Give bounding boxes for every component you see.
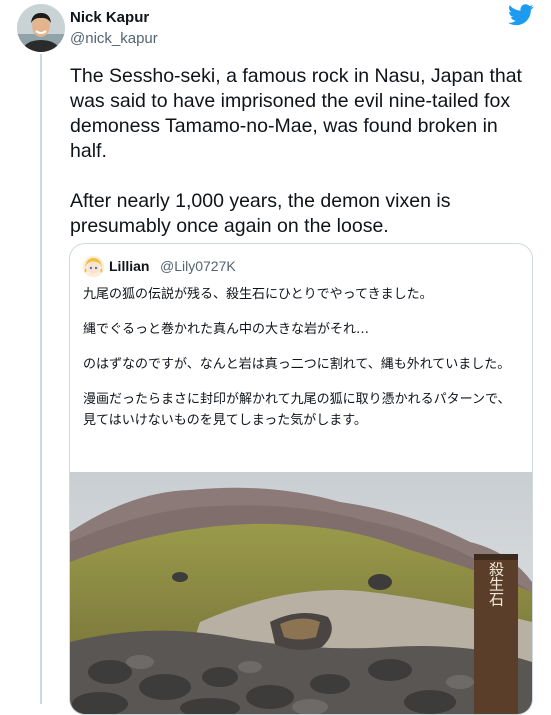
quoted-paragraph: のはずなのですが、なんと岩は真っ二つに割れて、縄も外れていました。 (83, 357, 511, 372)
quoted-tweet-body: 九尾の狐の伝説が残る、殺生石にひとりでやってきました。 縄でぐるっと巻かれた真ん… (83, 284, 523, 445)
author-handle[interactable]: @nick_kapur (70, 30, 158, 47)
quoted-tweet-photo[interactable]: 殺生石 (70, 472, 532, 714)
tweet-paragraph: After nearly 1,000 years, the demon vixe… (70, 190, 451, 237)
author-name[interactable]: Nick Kapur (70, 9, 149, 26)
author-avatar-image (17, 4, 65, 52)
tweet-body: The Sessho-seki, a famous rock in Nasu, … (70, 64, 540, 264)
quoted-author-handle[interactable]: @Lily0727K (160, 258, 236, 274)
signpost-label: 殺生石 (487, 562, 505, 607)
quoted-author-avatar-image (83, 256, 104, 277)
author-avatar[interactable] (17, 4, 65, 52)
quoted-author-avatar[interactable] (83, 256, 104, 277)
quoted-paragraph: 縄でぐるっと巻かれた真ん中の大きな岩がそれ… (83, 322, 370, 337)
quoted-author-name[interactable]: Lillian (109, 258, 149, 274)
quoted-paragraph: 九尾の狐の伝説が残る、殺生石にひとりでやってきました。 (83, 287, 433, 302)
quoted-tweet-card[interactable]: Lillian @Lily0727K 九尾の狐の伝説が残る、殺生石にひとりでやっ… (69, 243, 533, 715)
twitter-bird-icon[interactable] (508, 4, 534, 26)
tweet-paragraph: The Sessho-seki, a famous rock in Nasu, … (70, 65, 522, 162)
thread-connector-line (40, 54, 42, 704)
quoted-paragraph: 漫画だったらまさに封印が解かれて九尾の狐に取り憑かれるパターンで、見てはいけない… (83, 392, 511, 428)
